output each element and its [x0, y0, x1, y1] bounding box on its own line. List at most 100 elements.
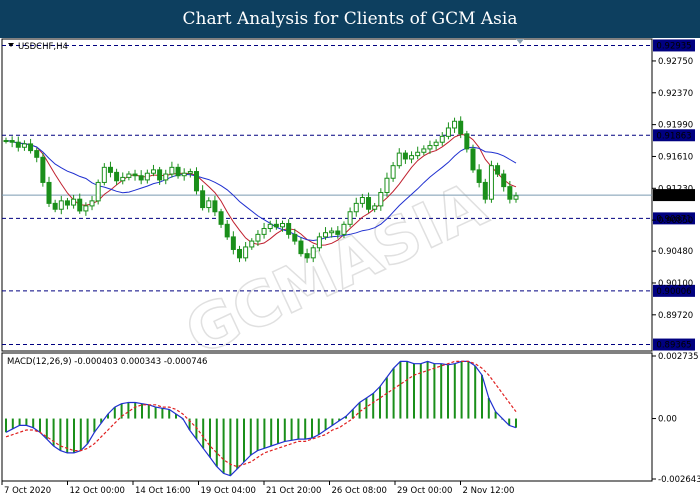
candle-body — [439, 135, 445, 143]
candle-body — [286, 222, 292, 235]
candle-body — [107, 166, 113, 173]
candle-body — [9, 140, 15, 143]
candle-body — [193, 171, 199, 192]
candle-body — [372, 205, 378, 210]
macd-histogram-bar — [385, 377, 388, 419]
candle-body — [482, 181, 488, 200]
candle-body — [126, 173, 132, 178]
candle-body — [488, 165, 494, 200]
macd-histogram-bar — [399, 361, 402, 419]
macd-histogram-bar — [134, 402, 137, 419]
macd-histogram-bar — [236, 418, 239, 469]
macd-histogram-bar — [283, 418, 286, 442]
candle-body — [212, 200, 218, 213]
macd-histogram-bar — [11, 418, 14, 429]
candle-body — [58, 200, 64, 210]
price-axis-tick-label: 0.90100 — [658, 279, 693, 289]
candle-body — [46, 181, 52, 204]
candle-body — [507, 186, 513, 200]
time-axis-tick-label: 26 Oct 08:00 — [332, 486, 387, 496]
macd-histogram-bar — [467, 361, 470, 419]
candle-body — [52, 202, 58, 210]
candle-body — [224, 223, 230, 238]
price-axis-tick-label: 0.92370 — [658, 89, 693, 99]
candle-body — [40, 156, 46, 183]
candle-body — [3, 140, 9, 143]
candle-body — [249, 240, 255, 248]
candle-body — [132, 173, 138, 177]
macd-histogram-bar — [433, 363, 436, 419]
candle-body — [89, 200, 95, 207]
macd-histogram-bar — [440, 363, 443, 419]
candle-body — [21, 143, 27, 148]
candle-body — [101, 166, 107, 183]
candle-body — [298, 240, 304, 255]
price-axis-tick-label: 0.90480 — [658, 247, 693, 257]
price-axis-tick-label: 0.91230 — [658, 184, 693, 194]
macd-histogram-bar — [86, 418, 89, 444]
macd-histogram-bar — [202, 418, 205, 449]
candle-body — [157, 169, 163, 181]
candle-body — [495, 165, 501, 175]
macd-histogram-bar — [474, 365, 477, 419]
macd-histogram-bar — [127, 402, 130, 419]
price-axis-tick-label: 0.89720 — [658, 311, 693, 321]
candle-body — [464, 133, 470, 150]
candle-body — [378, 191, 384, 207]
macd-histogram-bar — [304, 418, 307, 440]
macd-label: MACD(12,26,9) -0.000403 0.000343 -0.0007… — [7, 357, 207, 367]
symbol-label: USDCHF,H4 — [18, 42, 68, 52]
candle-body — [359, 197, 365, 204]
candle-body — [200, 190, 206, 209]
candle-body — [329, 230, 335, 234]
candle-body — [316, 236, 322, 249]
candle-body — [64, 200, 70, 206]
price-chart: GCMASIA 0.929350.918630.908710.900060.89… — [1, 38, 700, 496]
candle-body — [144, 172, 150, 181]
time-axis-tick-label: 21 Oct 20:00 — [266, 486, 321, 496]
candle-body — [187, 171, 193, 174]
candle-body — [452, 120, 458, 129]
candle-body — [15, 141, 21, 148]
candle-body — [230, 236, 236, 250]
candle-body — [218, 211, 224, 225]
candle-body — [384, 177, 390, 193]
macd-histogram-bar — [256, 418, 259, 451]
macd-histogram-bar — [515, 418, 517, 428]
candle-body — [175, 166, 181, 177]
time-axis-tick-label: 2 Nov 12:00 — [463, 486, 515, 496]
candle-body — [304, 253, 310, 259]
macd-histogram-bar — [317, 418, 320, 435]
candle-body — [169, 166, 175, 175]
macd-histogram-bar — [154, 407, 157, 419]
candle-body — [138, 175, 144, 181]
candle-body — [445, 127, 451, 137]
level-price-label: 0.92935 — [656, 41, 691, 51]
time-axis-tick-label: 29 Oct 00:00 — [397, 486, 452, 496]
candle-body — [366, 197, 372, 210]
candle-body — [163, 173, 169, 181]
macd-histogram-bar — [379, 386, 381, 419]
candle-body — [347, 211, 353, 225]
candle-body — [427, 145, 433, 150]
candle-body — [273, 223, 279, 228]
macd-histogram-bar — [39, 418, 41, 433]
macd-histogram-bar — [263, 418, 266, 449]
macd-histogram-bar — [413, 363, 415, 419]
candle-body — [390, 165, 396, 179]
candle-body — [28, 143, 34, 152]
macd-panel-frame — [1, 352, 653, 482]
macd-histogram-bar — [311, 418, 313, 438]
candle-body — [501, 173, 507, 188]
candle-body — [353, 202, 359, 213]
candle-body — [421, 148, 427, 153]
level-price-label: 0.89365 — [656, 341, 691, 351]
macd-histogram-bar — [73, 418, 75, 453]
macd-histogram-bar — [229, 418, 232, 476]
candle-body — [34, 150, 40, 158]
macd-histogram-bar — [215, 418, 218, 467]
macd-histogram-bar — [5, 418, 7, 433]
candle-body — [513, 195, 519, 200]
candle-body — [323, 232, 329, 238]
candle-body — [95, 181, 101, 202]
